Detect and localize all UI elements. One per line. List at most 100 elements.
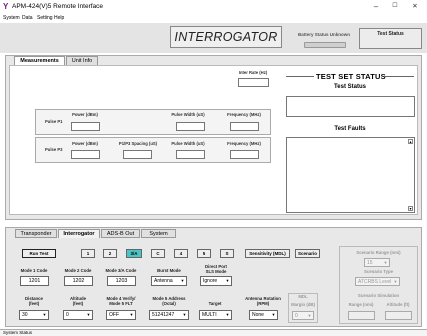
- mode1-code-field[interactable]: 1201: [20, 276, 49, 286]
- mode4-verify-value: OFF: [109, 312, 119, 318]
- menu-system[interactable]: System: [3, 14, 20, 23]
- range-nmi-label: Range (nmi): [348, 302, 374, 307]
- mode-3a-button[interactable]: 3/A: [126, 249, 142, 258]
- run-test-button[interactable]: Run Test: [22, 249, 56, 258]
- mode5-address-select[interactable]: 51241247 ▼: [149, 310, 189, 320]
- tab-ads-b-out[interactable]: ADS-B Out: [101, 229, 140, 238]
- burst-mode-value: Antenna: [154, 278, 173, 284]
- chevron-down-icon: ▼: [180, 278, 185, 283]
- battery-status-label: Battery Status Unknown: [298, 32, 351, 37]
- scroll-down-icon[interactable]: ▾: [408, 206, 413, 211]
- status-bar: System Status: [0, 329, 427, 336]
- scenario-range-select[interactable]: 15 ▼: [364, 258, 390, 267]
- target-value: MULTI: [202, 312, 217, 318]
- test-status-label: Test Status: [377, 31, 404, 37]
- inter-rate-label: Inter Rate (Hz): [238, 70, 268, 75]
- status-divider-right: [384, 76, 414, 77]
- mode4-verify-label: Mode 4 Verify/ Mode 5 FLT: [106, 296, 136, 306]
- mode1-code-label: Mode 1 Code: [20, 268, 48, 273]
- mode-2-button[interactable]: 2: [103, 249, 117, 258]
- scenario-range-value: 15: [367, 260, 373, 266]
- window-title: APM-424(V)5 Remote Interface: [12, 3, 104, 10]
- p1-p3-spacing-label: P1/P3 Spacing (uS): [118, 141, 158, 146]
- scenario-type-select[interactable]: ATCRBS Level ▼: [355, 277, 400, 286]
- direct-port-select[interactable]: Ignore ▼: [200, 276, 232, 286]
- mode2-code-field[interactable]: 1202: [64, 276, 93, 286]
- target-label: Target: [208, 301, 222, 306]
- distance-select[interactable]: 30 ▼: [19, 310, 49, 320]
- altitude-value: 0: [66, 312, 69, 318]
- tab-transponder[interactable]: Transponder: [15, 229, 57, 238]
- mode5-address-value: 51241247: [152, 312, 175, 318]
- sim-altitude-field: [385, 311, 412, 320]
- chevron-down-icon: ▼: [271, 312, 276, 317]
- title-bar: Y APM-424(V)5 Remote Interface – ☐ ✕: [0, 0, 427, 14]
- mode-5-button[interactable]: 5: [197, 249, 211, 258]
- margin-select[interactable]: 0 ▼: [292, 311, 314, 320]
- menu-help[interactable]: Help: [54, 14, 64, 23]
- sim-range-field: [348, 311, 375, 320]
- scroll-up-icon[interactable]: ▴: [408, 139, 413, 144]
- maximize-button[interactable]: ☐: [388, 1, 402, 12]
- menu-data[interactable]: Data: [22, 14, 33, 23]
- menu-bar: System Data Setting Help: [0, 14, 427, 23]
- app-icon: Y: [3, 2, 9, 11]
- menu-setting[interactable]: Setting: [37, 14, 53, 23]
- margin-value: 0: [295, 313, 298, 319]
- p3-power-field: [71, 150, 100, 159]
- p1-freq-field: [230, 122, 259, 131]
- tab-interrogator[interactable]: Interrogator: [58, 229, 100, 238]
- scenario-type-label: Scenario Type: [363, 269, 394, 274]
- p3-width-label: Pulse Width (uS): [171, 141, 205, 146]
- mode-s-button[interactable]: S: [220, 249, 234, 258]
- p3-freq-field: [230, 150, 259, 159]
- interrogator-title: INTERROGATOR: [170, 26, 282, 48]
- mdl-label: MDL: [298, 294, 308, 299]
- chevron-down-icon: ▼: [383, 260, 388, 265]
- inter-rate-field: [238, 78, 269, 87]
- minimize-button[interactable]: –: [369, 1, 383, 12]
- antenna-rotation-label: Antenna Rotation (RPM): [245, 296, 281, 306]
- p3-width-field: [176, 150, 205, 159]
- mode5-address-label: Mode 5 Address (Octal): [152, 296, 186, 306]
- tab-system[interactable]: System: [141, 229, 176, 238]
- altitude-label: Altitude (feet): [70, 296, 86, 306]
- mode3a-code-field[interactable]: 1203: [107, 276, 136, 286]
- chevron-down-icon: ▼: [86, 312, 91, 317]
- mode4-verify-select[interactable]: OFF ▼: [106, 310, 136, 320]
- status-divider-left: [286, 76, 314, 77]
- close-button[interactable]: ✕: [408, 1, 422, 12]
- chevron-down-icon: ▼: [42, 312, 47, 317]
- test-faults-box[interactable]: ▴ ▾: [286, 137, 415, 213]
- p1-power-field: [71, 122, 100, 131]
- chevron-down-icon: ▼: [393, 279, 398, 284]
- sensitivity-button[interactable]: Sensitivity (MDL): [245, 249, 290, 258]
- distance-label: Distance (feet): [25, 296, 43, 306]
- p1-p3-spacing-field: [123, 150, 152, 159]
- pulse-p1-label: Pulse P1: [45, 119, 63, 124]
- battery-indicator: [304, 42, 346, 48]
- mode-c-button[interactable]: C: [151, 249, 165, 258]
- scenario-range-label: Scenario Range (nmi): [356, 250, 401, 255]
- burst-mode-select[interactable]: Antenna ▼: [151, 276, 187, 286]
- p1-freq-label: Frequency (MHz): [227, 112, 261, 117]
- margin-label: Margin (dB): [291, 302, 315, 307]
- target-select[interactable]: MULTI ▼: [199, 310, 232, 320]
- chevron-down-icon: ▼: [182, 312, 187, 317]
- test-status-box: [286, 96, 415, 117]
- antenna-rotation-select[interactable]: None ▼: [249, 310, 278, 320]
- chevron-down-icon: ▼: [225, 312, 230, 317]
- mode2-code-label: Mode 2 Code: [64, 268, 92, 273]
- direct-port-label: Direct Port SLS Mode: [205, 264, 227, 274]
- altitude-ft-label: Altitude (ft): [386, 302, 410, 307]
- mode-1-button[interactable]: 1: [81, 249, 95, 258]
- antenna-rotation-value: None: [252, 312, 264, 318]
- chevron-down-icon: ▼: [225, 278, 230, 283]
- altitude-select[interactable]: 0 ▼: [63, 310, 93, 320]
- scenario-button[interactable]: Scenario: [295, 249, 320, 258]
- test-set-status-title: TEST SET STATUS: [316, 72, 386, 81]
- burst-mode-label: Burst Mode: [157, 268, 181, 273]
- p1-width-field: [176, 122, 205, 131]
- p1-width-label: Pulse Width (uS): [171, 112, 205, 117]
- mode-4-button[interactable]: 4: [174, 249, 188, 258]
